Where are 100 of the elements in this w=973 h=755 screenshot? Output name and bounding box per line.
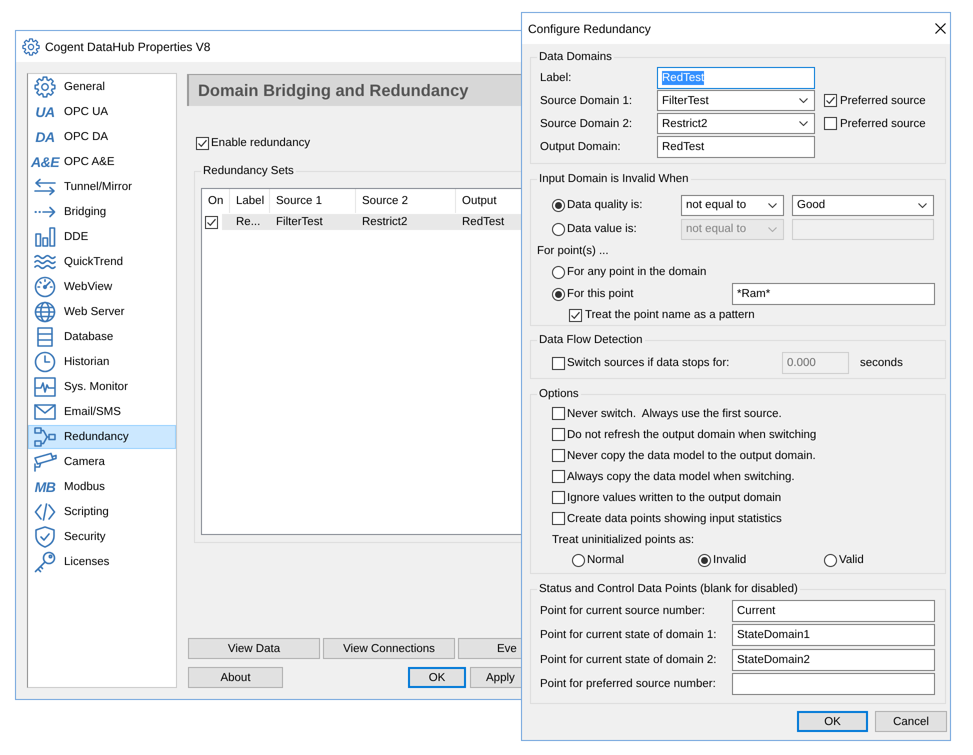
field-label: Point for current source number: bbox=[540, 604, 705, 618]
checkbox[interactable] bbox=[205, 216, 218, 228]
code-brackets-icon bbox=[34, 503, 56, 521]
chevron-icon bbox=[799, 121, 808, 126]
gear-icon bbox=[22, 38, 40, 56]
sidebar-item[interactable]: Tunnel/Mirror bbox=[28, 175, 176, 199]
checkbox[interactable] bbox=[552, 407, 565, 420]
checkbox[interactable] bbox=[824, 117, 837, 130]
checkbox-label: Never copy the data model to the output domain. bbox=[567, 448, 816, 462]
checkbox[interactable] bbox=[552, 512, 565, 525]
dropdown[interactable]: FilterTest bbox=[657, 90, 815, 111]
radio-label: Data value is: bbox=[567, 222, 637, 236]
gear-icon bbox=[34, 76, 56, 98]
checkbox[interactable] bbox=[569, 308, 582, 322]
sidebar-item[interactable]: Licenses bbox=[28, 550, 176, 574]
radio-button[interactable] bbox=[572, 554, 585, 566]
ok-button[interactable]: OK bbox=[408, 667, 466, 688]
radio-button[interactable] bbox=[552, 288, 565, 300]
chevron-icon bbox=[768, 226, 777, 232]
sidebar-item[interactable]: Bridging bbox=[28, 200, 176, 224]
radio-button[interactable] bbox=[698, 554, 711, 566]
checkbox-label: Always copy the data model when switching. bbox=[567, 470, 795, 484]
checkbox-label: Create data points showing input statistics bbox=[567, 512, 782, 526]
sidebar-item[interactable]: Redundancy bbox=[28, 425, 176, 449]
gauge-icon bbox=[34, 276, 56, 298]
field-label: Point for current state of domain 2: bbox=[540, 652, 716, 667]
radio-button[interactable] bbox=[824, 554, 837, 566]
radio-button[interactable] bbox=[552, 266, 565, 278]
column-header[interactable]: Label bbox=[230, 189, 270, 213]
dropdown[interactable]: Good bbox=[792, 194, 934, 216]
sidebar-item[interactable]: DDE bbox=[28, 225, 176, 249]
sidebar-item[interactable]: Security bbox=[28, 525, 176, 549]
text-field[interactable]: Current bbox=[732, 600, 935, 622]
radio-label: Data quality is: bbox=[567, 198, 642, 212]
checkbox[interactable] bbox=[824, 94, 837, 107]
two-arrows-icon bbox=[34, 178, 56, 196]
sidebar-item[interactable]: QuickTrend bbox=[28, 250, 176, 274]
cancel-button[interactable]: Cancel bbox=[875, 711, 947, 732]
field-label: Point for current state of domain 1: bbox=[540, 628, 716, 642]
sidebar-item[interactable]: DA OPC DA bbox=[28, 125, 176, 149]
column-header[interactable]: On bbox=[202, 189, 230, 213]
clipped-button[interactable]: Eve bbox=[458, 638, 521, 659]
dialog-title: Configure Redundancy bbox=[528, 22, 651, 36]
checkbox[interactable] bbox=[552, 428, 565, 441]
sidebar-item[interactable]: Sys. Monitor bbox=[28, 375, 176, 399]
view-data-button[interactable]: View Data bbox=[188, 638, 320, 659]
text-field[interactable]: RedTest bbox=[657, 136, 815, 158]
sidebar-item[interactable]: Scripting bbox=[28, 500, 176, 524]
text-field[interactable] bbox=[732, 672, 935, 695]
column-header[interactable]: Source 2 bbox=[356, 189, 456, 213]
group-title: Data Flow Detection bbox=[538, 333, 644, 347]
field-label: Source Domain 2: bbox=[540, 116, 632, 130]
sidebar-item[interactable]: Camera bbox=[28, 450, 176, 474]
checkbox[interactable] bbox=[552, 449, 565, 462]
checkbox[interactable] bbox=[552, 491, 565, 504]
sidebar-item[interactable]: UA OPC UA bbox=[28, 100, 176, 124]
group-title: Data Domains bbox=[538, 50, 613, 64]
dropdown[interactable]: Restrict2 bbox=[657, 113, 815, 134]
text-field[interactable]: *Ram* bbox=[732, 283, 935, 305]
checkbox-label: Enable redundancy bbox=[211, 136, 310, 150]
about-button[interactable]: About bbox=[188, 667, 283, 688]
checkbox[interactable] bbox=[552, 356, 565, 370]
dropdown[interactable]: not equal to bbox=[681, 194, 784, 216]
field-label: Source Domain 1: bbox=[540, 94, 632, 108]
unit-label: seconds bbox=[860, 356, 903, 370]
sidebar-item[interactable]: Historian bbox=[28, 350, 176, 374]
sidebar-item[interactable]: Database bbox=[28, 325, 176, 349]
flow-diagram-icon bbox=[34, 427, 56, 447]
table-row[interactable]: Re... FilterTest Restrict2 RedTest bbox=[222, 214, 521, 230]
checkbox[interactable] bbox=[552, 470, 565, 483]
sidebar-item[interactable]: MB Modbus bbox=[28, 475, 176, 499]
column-header[interactable]: Output bbox=[456, 189, 521, 213]
apply-button[interactable]: Apply bbox=[470, 667, 521, 688]
security-camera-icon bbox=[33, 452, 57, 472]
group-title: Redundancy Sets bbox=[202, 164, 295, 178]
section-header: Domain Bridging and Redundancy bbox=[187, 74, 521, 106]
text-field[interactable]: StateDomain2 bbox=[732, 648, 935, 671]
section-label: Treat uninitialized points as: bbox=[552, 532, 694, 546]
radio-button[interactable] bbox=[552, 222, 565, 236]
column-header[interactable]: Source 1 bbox=[270, 189, 356, 213]
sidebar-item[interactable]: Web Server bbox=[28, 300, 176, 324]
table-cell-text: FilterTest bbox=[275, 215, 323, 230]
checkbox-label: Preferred source bbox=[840, 94, 926, 108]
window-title: Cogent DataHub Properties V8 bbox=[45, 40, 210, 54]
text-field[interactable]: StateDomain1 bbox=[732, 624, 935, 646]
checkbox-label: Do not refresh the output domain when switching bbox=[567, 428, 816, 442]
table-cell-text: Restrict2 bbox=[361, 215, 408, 230]
group-title: Status and Control Data Points (blank for disabled) bbox=[538, 582, 799, 596]
ok-button[interactable]: OK bbox=[797, 711, 868, 732]
field-label: Label: bbox=[540, 70, 572, 84]
sidebar-item[interactable]: WebView bbox=[28, 275, 176, 299]
table-cell-text: RedTest bbox=[461, 215, 504, 230]
checkbox-label: Never switch. Always use the first source. bbox=[567, 406, 782, 420]
close-icon[interactable] bbox=[935, 23, 946, 34]
sidebar-item[interactable]: Email/SMS bbox=[28, 400, 176, 424]
view-connections-button[interactable]: View Connections bbox=[323, 638, 455, 659]
sidebar-item[interactable]: General bbox=[28, 75, 176, 99]
checkbox[interactable] bbox=[196, 136, 209, 150]
sidebar-item[interactable]: A&E OPC A&E bbox=[28, 150, 176, 174]
radio-button[interactable] bbox=[552, 198, 565, 212]
